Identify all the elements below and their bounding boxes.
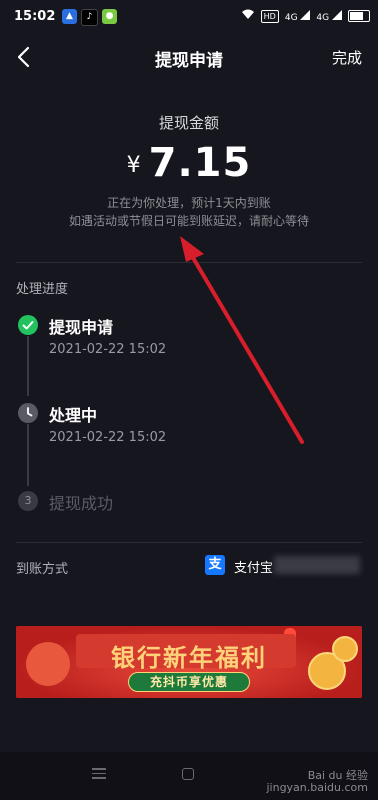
- tiktok-icon: ♪: [81, 9, 98, 26]
- step-time: 2021-02-22 15:02: [49, 430, 167, 445]
- delay-notice: 如遇活动或节假日可能到账延迟，请耐心等待: [68, 214, 309, 228]
- hd-badge: HD: [260, 9, 279, 23]
- amount-label: 提现金额: [158, 114, 219, 132]
- coin-icon: [332, 636, 358, 662]
- step-connector: [27, 424, 29, 486]
- app-notification-icon: ●: [102, 9, 117, 24]
- step-label: 处理中: [49, 406, 98, 425]
- menu-icon[interactable]: [92, 768, 106, 780]
- currency-symbol: ¥: [126, 153, 141, 178]
- home-icon[interactable]: [182, 768, 194, 780]
- processing-notice: 正在为你处理，预计1天内到账: [107, 196, 271, 210]
- progress-title: 处理进度: [16, 282, 69, 297]
- battery-icon: [348, 10, 370, 22]
- banner-subtitle: 充抖币享优惠: [128, 672, 250, 692]
- done-button[interactable]: 完成: [332, 47, 362, 68]
- amount-display: ¥7.15: [0, 140, 378, 186]
- amount-value: 7.15: [148, 140, 252, 186]
- payout-method-label: 到账方式: [16, 562, 69, 577]
- divider: [16, 262, 362, 263]
- alipay-icon: 支: [205, 555, 225, 575]
- status-indicators: HD 4G 4G: [241, 9, 370, 23]
- app-notification-icon: ▲: [62, 9, 77, 24]
- step-time: 2021-02-22 15:02: [49, 342, 167, 357]
- wifi-icon: [241, 9, 255, 23]
- clock-icon: [18, 403, 38, 423]
- page-title: 提现申请: [155, 51, 223, 71]
- step-connector: [27, 336, 29, 396]
- payout-method-value: 支付宝: [234, 561, 274, 576]
- status-time: 15:02: [14, 9, 56, 24]
- step-label: 提现申请: [49, 318, 114, 337]
- divider: [16, 542, 362, 543]
- step-label: 提现成功: [49, 494, 114, 513]
- redacted-account: [274, 556, 360, 574]
- signal-icon: 4G: [285, 9, 311, 23]
- promo-banner[interactable]: 银行新年福利 充抖币享优惠: [16, 626, 362, 698]
- notification-icons: ▲ ♪ ●: [62, 9, 117, 26]
- watermark: Bai du 经验 jingyan.baidu.com: [266, 769, 368, 794]
- check-icon: [18, 315, 38, 335]
- signal-icon: 4G: [316, 9, 342, 23]
- status-bar: 15:02 ▲ ♪ ● HD 4G 4G: [0, 0, 378, 34]
- step-number: 3: [18, 491, 38, 511]
- nav-bar: 提现申请 完成: [0, 34, 378, 80]
